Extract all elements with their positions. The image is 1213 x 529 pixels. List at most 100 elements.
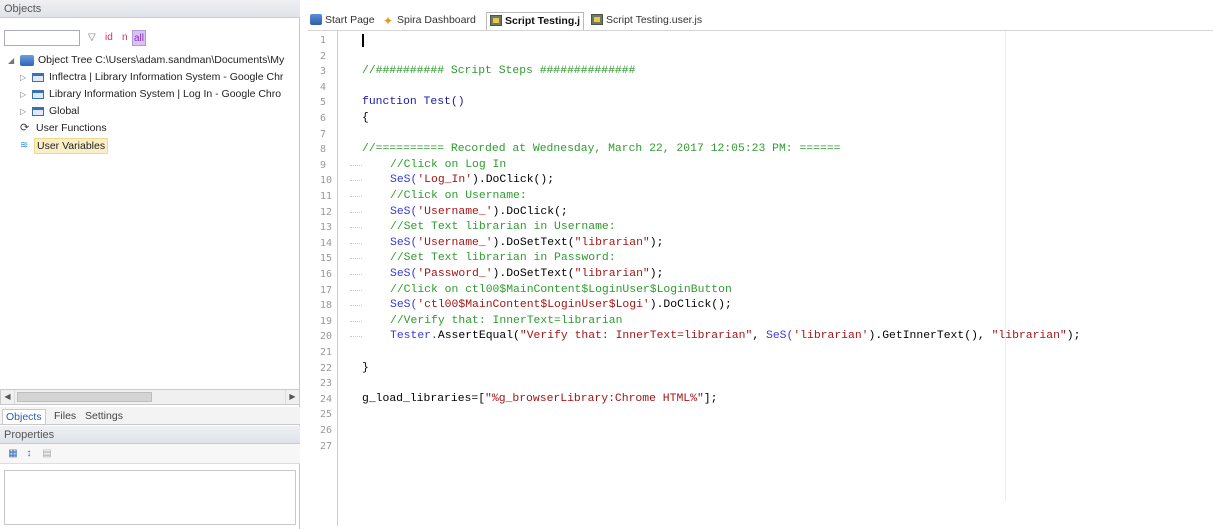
collapse-arrow-icon[interactable]: ▷ bbox=[20, 103, 30, 120]
line-number: 15 bbox=[320, 253, 333, 265]
collapse-arrow-icon[interactable]: ▷ bbox=[20, 86, 30, 103]
code-token: "librarian" bbox=[574, 236, 650, 249]
code-token: ).DoSetText( bbox=[492, 236, 575, 249]
line-number: 1 bbox=[320, 35, 327, 46]
text-caret bbox=[362, 34, 364, 47]
code-token: g_load_libraries=[ bbox=[362, 392, 486, 405]
categorized-icon[interactable]: ▦ bbox=[6, 447, 20, 461]
window-icon bbox=[32, 90, 44, 99]
code-line: } bbox=[362, 361, 369, 377]
filter-all-toggle[interactable]: all bbox=[132, 30, 147, 46]
code-token: 'Username_' bbox=[417, 236, 493, 249]
object-filter-toolbar: ▽ id n all bbox=[4, 30, 300, 46]
tab-script-testing-user-js[interactable]: Script Testing.user.js bbox=[591, 12, 702, 30]
code-token: ); bbox=[649, 236, 664, 249]
code-token: "Verify that: InnerText=librarian" bbox=[519, 330, 753, 343]
code-token: "librarian" bbox=[574, 268, 650, 280]
tree-item-label: Object Tree C:\Users\adam.sandman\Docume… bbox=[38, 54, 285, 66]
code-token: ); bbox=[649, 268, 664, 280]
indent-guide bbox=[338, 205, 374, 221]
line-number: 13 bbox=[320, 222, 333, 234]
code-line: { bbox=[362, 111, 369, 127]
expand-arrow-icon[interactable]: ◢ bbox=[8, 52, 18, 69]
tab-objects[interactable]: Objects bbox=[2, 409, 46, 424]
code-token: //Click on Username: bbox=[390, 190, 527, 202]
left-panel: Objects ▽ id n all ◢ Object Tree C:\User… bbox=[0, 0, 300, 529]
indent-guide bbox=[338, 298, 374, 314]
code-token: Tester. bbox=[390, 330, 438, 343]
tab-start-page[interactable]: Start Page bbox=[310, 12, 375, 30]
tree-item-global[interactable]: ▷ Global bbox=[6, 103, 298, 120]
code-token: ); bbox=[1066, 330, 1081, 343]
filter-funnel-icon[interactable]: ▽ bbox=[88, 30, 96, 46]
tab-label: Script Testing.user.js bbox=[606, 14, 703, 26]
tree-item-user-variables[interactable]: ≋ User Variables bbox=[6, 137, 298, 154]
line-number: 26 bbox=[320, 425, 333, 436]
scrollbar-thumb[interactable] bbox=[17, 392, 152, 402]
tab-spira-dashboard[interactable]: ✦ Spira Dashboard bbox=[382, 12, 476, 30]
filter-id-toggle[interactable]: id bbox=[105, 30, 113, 46]
line-number: 16 bbox=[320, 269, 333, 280]
line-number-gutter: 1 2 3 4 5 6 7 8 9 10 11 12 13 14 15 16 17 18 19 20 21 22 23 24 2… bbox=[316, 31, 338, 526]
code-token: ).DoClick(); bbox=[472, 174, 555, 187]
code-token: AssertEqual( bbox=[437, 330, 520, 343]
code-line: //Set Text librarian in Password: bbox=[390, 251, 616, 267]
code-editor[interactable]: 1 2 3 4 5 6 7 8 9 10 11 12 13 14 15 16 17 18 19 20 21 22 23 24 2… bbox=[308, 30, 1213, 529]
scroll-left-icon[interactable]: ◀ bbox=[1, 390, 15, 404]
object-filter-input[interactable] bbox=[4, 30, 80, 46]
tab-settings[interactable]: Settings bbox=[82, 409, 126, 424]
tab-script-testing-js[interactable]: Script Testing.j bbox=[486, 12, 585, 30]
properties-toolbar: ▦ ↕ ▤ bbox=[0, 444, 300, 464]
line-number: 11 bbox=[320, 191, 333, 202]
tree-item-label: User Functions bbox=[36, 122, 107, 134]
code-token: //Verify that: InnerText=librarian bbox=[390, 314, 623, 327]
property-pages-icon[interactable]: ▤ bbox=[40, 447, 54, 461]
line-number: 14 bbox=[320, 237, 333, 249]
start-page-icon bbox=[310, 14, 322, 25]
code-token: SeS( bbox=[390, 174, 418, 187]
line-number: 20 bbox=[320, 331, 333, 343]
indent-guide bbox=[338, 314, 374, 330]
code-line: Tester.AssertEqual("Verify that: InnerTe… bbox=[390, 329, 1080, 345]
code-line: //Verify that: InnerText=librarian bbox=[390, 314, 622, 330]
right-margin-guide bbox=[1005, 31, 1006, 501]
code-token: 'Log_In' bbox=[417, 174, 473, 187]
line-number: 9 bbox=[320, 159, 327, 171]
scroll-right-icon[interactable]: ▶ bbox=[285, 390, 299, 404]
code-token: SeS( bbox=[390, 205, 418, 218]
code-token: ).DoClick(; bbox=[492, 205, 568, 218]
sort-alpha-icon[interactable]: ↕ bbox=[22, 447, 36, 461]
code-line: //Click on ctl00$MainContent$LoginUser$L… bbox=[390, 283, 732, 299]
code-line: function Test() bbox=[362, 95, 465, 111]
code-token: SeS( bbox=[390, 268, 418, 280]
horizontal-scrollbar[interactable]: ◀ ▶ bbox=[0, 389, 300, 405]
line-number: 19 bbox=[320, 315, 333, 327]
tab-files[interactable]: Files bbox=[51, 409, 79, 424]
code-token: 'Password_' bbox=[417, 268, 493, 280]
code-token: //Set Text librarian in Password: bbox=[390, 252, 616, 265]
code-token: //Set Text librarian in Username: bbox=[390, 221, 616, 234]
line-number: 12 bbox=[320, 206, 333, 218]
tree-item-object-tree-root[interactable]: ◢ Object Tree C:\Users\adam.sandman\Docu… bbox=[6, 52, 298, 69]
line-number: 21 bbox=[320, 347, 333, 358]
code-token: 'Username_' bbox=[417, 205, 493, 218]
indent-guide bbox=[338, 236, 374, 252]
code-token: //Click on ctl00$MainContent$LoginUser$L… bbox=[390, 283, 732, 296]
line-number: 25 bbox=[320, 409, 333, 421]
code-token: //Click on Log In bbox=[390, 158, 507, 171]
line-number: 5 bbox=[320, 97, 327, 109]
collapse-arrow-icon[interactable]: ▷ bbox=[20, 69, 30, 86]
code-line: g_load_libraries=["%g_browserLibrary:Chr… bbox=[362, 392, 717, 408]
tree-item-window[interactable]: ▷ Library Information System | Log In - … bbox=[6, 86, 298, 103]
user-functions-icon: ⟳ bbox=[20, 122, 30, 134]
code-line: SeS('Username_').DoClick(; bbox=[390, 205, 568, 221]
left-bottom-tabs: Objects Files Settings bbox=[0, 407, 300, 425]
line-number: 17 bbox=[320, 284, 333, 296]
line-number: 27 bbox=[320, 440, 333, 452]
code-token: ).DoSetText( bbox=[492, 268, 575, 280]
tree-item-window[interactable]: ▷ Inflectra | Library Information System… bbox=[6, 69, 298, 86]
filter-name-toggle[interactable]: n bbox=[122, 30, 128, 46]
line-number: 7 bbox=[320, 128, 327, 140]
tree-item-user-functions[interactable]: ⟳ User Functions bbox=[6, 120, 298, 137]
code-token: function Test() bbox=[362, 96, 465, 109]
